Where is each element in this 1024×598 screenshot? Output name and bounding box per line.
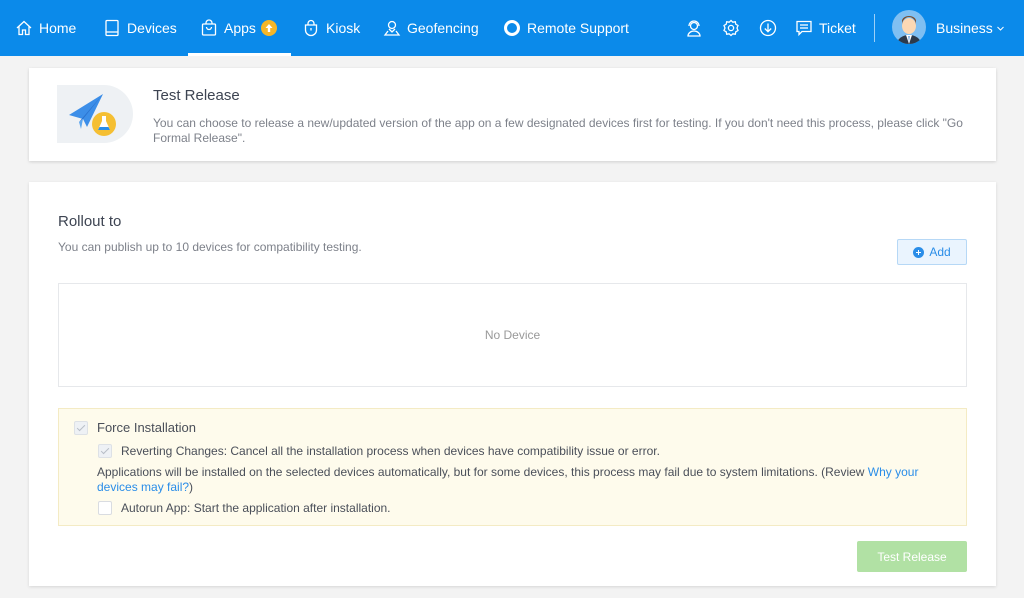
nav-item-apps[interactable]: Apps (188, 0, 291, 56)
nav-item-geofencing[interactable]: Geofencing (383, 0, 479, 56)
test-release-button[interactable]: Test Release (857, 541, 967, 572)
user-menu[interactable]: Business (936, 0, 1005, 56)
force-installation-panel: Force Installation Reverting Changes: Ca… (58, 408, 967, 526)
nav-item-home[interactable]: Home (15, 0, 76, 56)
test-release-info-card: Test Release You can choose to release a… (29, 68, 996, 161)
nav-item-devices[interactable]: Devices (103, 0, 177, 56)
nav-label: Geofencing (407, 20, 479, 36)
device-list: No Device (58, 283, 967, 387)
chevron-down-icon (996, 26, 1004, 31)
reverting-changes-label: Reverting Changes: Cancel all the instal… (121, 444, 660, 458)
divider (874, 14, 875, 42)
force-installation-label: Force Installation (97, 420, 196, 435)
empty-state-text: No Device (484, 328, 541, 342)
nav-label: Home (39, 20, 77, 36)
paper-plane-flask-icon (57, 85, 133, 143)
chat-message-icon (795, 19, 813, 37)
top-navigation-bar: Home Devices Apps Kiosk Geofencing Remot… (0, 0, 1024, 56)
installation-note: Applications will be installed on the se… (97, 465, 957, 495)
add-label: Add (929, 245, 951, 259)
section-description: You can choose to release a new/updated … (153, 116, 963, 145)
plus-circle-icon (913, 246, 925, 258)
rollout-card: Rollout to You can publish up to 10 devi… (29, 182, 996, 586)
user-label: Business (936, 20, 993, 36)
gear-icon[interactable] (721, 18, 741, 38)
lock-icon (302, 19, 320, 37)
autorun-app-checkbox[interactable] (98, 501, 112, 515)
upgrade-badge-icon (260, 20, 277, 36)
add-device-button[interactable]: Add (897, 239, 967, 265)
headset-support-icon[interactable] (684, 18, 704, 38)
map-pin-icon (383, 19, 401, 37)
section-title: Test Release (153, 87, 240, 104)
lifebuoy-icon (503, 19, 521, 37)
nav-label: Apps (224, 20, 256, 36)
force-installation-checkbox[interactable] (74, 421, 88, 435)
shopping-bag-icon (200, 19, 218, 37)
rollout-title: Rollout to (58, 213, 122, 230)
nav-label: Remote Support (527, 20, 629, 36)
reverting-changes-checkbox[interactable] (98, 444, 112, 458)
nav-item-kiosk[interactable]: Kiosk (302, 0, 360, 56)
home-icon (15, 19, 33, 37)
nav-label: Kiosk (326, 20, 361, 36)
nav-label: Devices (127, 20, 177, 36)
note-text: Applications will be installed on the se… (97, 465, 868, 479)
autorun-app-label: Autorun App: Start the application after… (121, 501, 391, 515)
note-suffix: ) (189, 480, 194, 494)
ticket-label: Ticket (819, 20, 856, 36)
tablet-icon (103, 19, 121, 37)
rollout-subtitle: You can publish up to 10 devices for com… (58, 240, 362, 254)
nav-item-remote-support[interactable]: Remote Support (503, 0, 629, 56)
download-icon[interactable] (758, 18, 778, 38)
ticket-button[interactable]: Ticket (795, 0, 856, 56)
user-avatar[interactable] (892, 10, 926, 44)
